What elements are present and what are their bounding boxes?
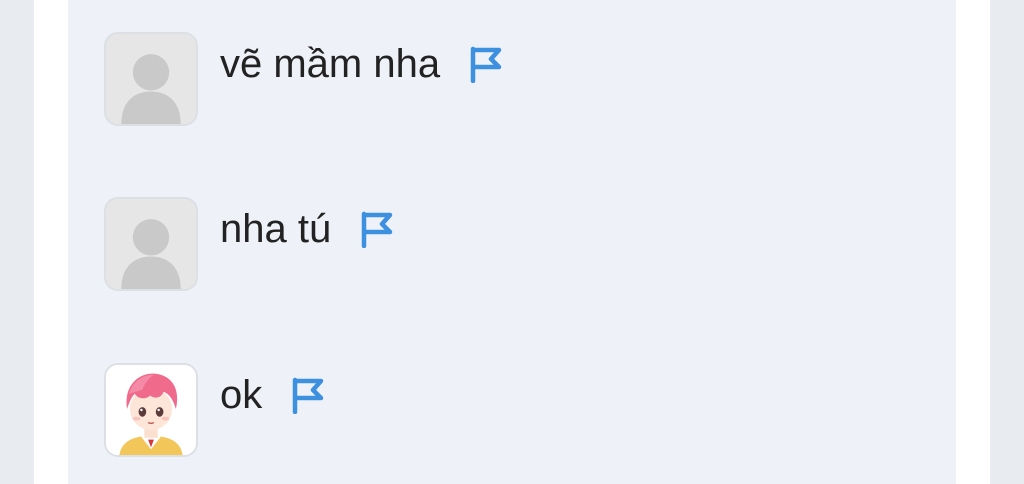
comment-text: nha tú	[220, 207, 332, 251]
comment-text: vẽ mầm nha	[220, 42, 441, 86]
comment-item: nha tú	[104, 197, 904, 295]
flag-icon[interactable]	[290, 376, 324, 414]
flag-icon[interactable]	[468, 45, 502, 83]
default-avatar-icon[interactable]	[104, 32, 198, 126]
anime-character-avatar[interactable]	[104, 363, 198, 457]
comments-panel: vẽ mầm nha nha tú ok	[68, 0, 956, 484]
comment-body: vẽ mầm nha	[220, 40, 502, 88]
comment-text: ok	[220, 373, 263, 417]
default-avatar-icon[interactable]	[104, 197, 198, 291]
comment-item: vẽ mầm nha	[104, 32, 904, 130]
flag-icon[interactable]	[359, 210, 393, 248]
comment-body: nha tú	[220, 205, 393, 253]
comment-item: ok	[104, 363, 904, 461]
comment-body: ok	[220, 371, 324, 419]
